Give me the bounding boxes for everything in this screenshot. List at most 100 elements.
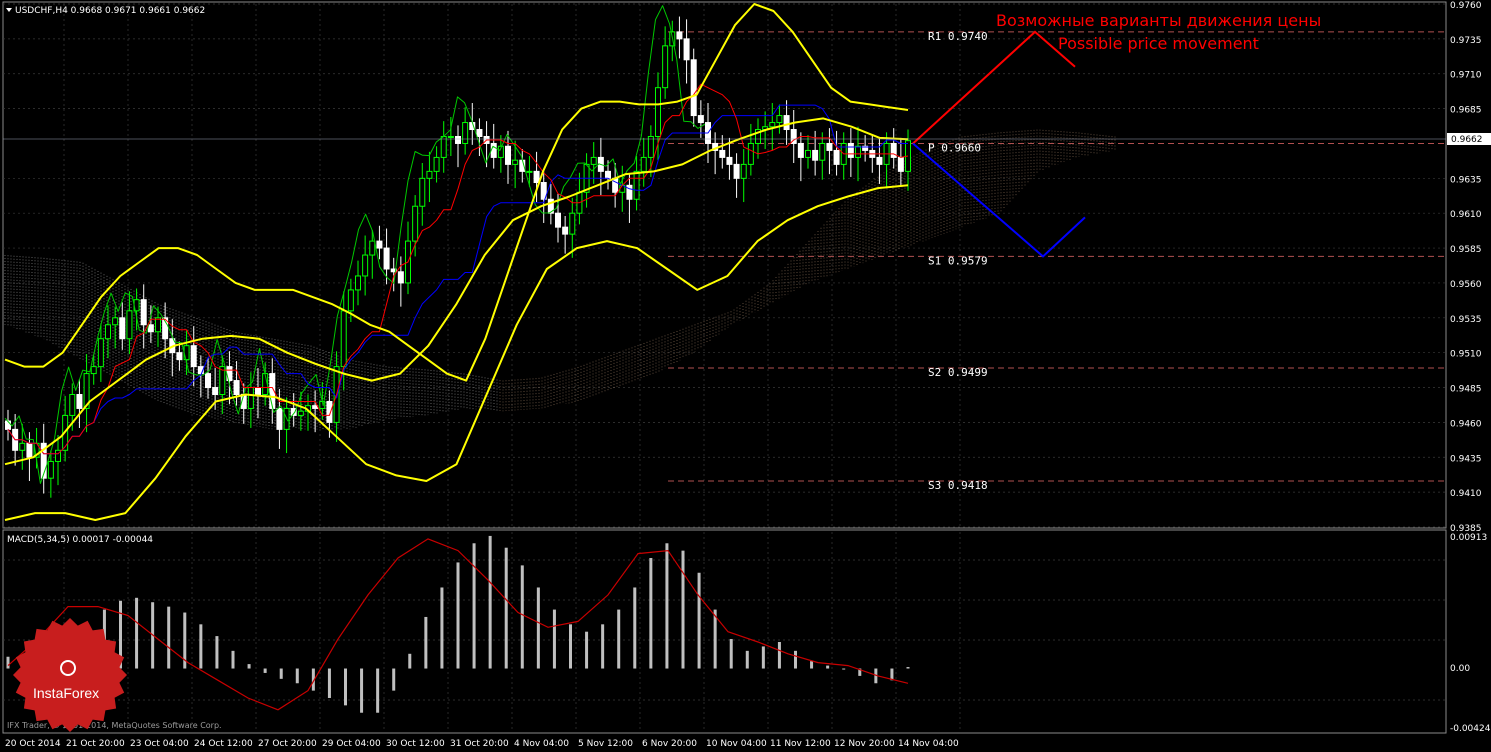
candle-body bbox=[855, 145, 861, 158]
candle-body bbox=[219, 366, 226, 396]
candle-body bbox=[326, 400, 333, 423]
candle-body bbox=[69, 394, 76, 416]
time-tick-label: 29 Oct 04:00 bbox=[322, 739, 381, 749]
candle-body bbox=[826, 142, 833, 151]
macd-bar bbox=[681, 550, 685, 669]
candle-body bbox=[112, 317, 119, 326]
candle-body bbox=[97, 338, 104, 368]
pivot-label-s2: S2 0.9499 bbox=[928, 366, 988, 379]
candle-body bbox=[512, 159, 519, 165]
time-tick-label: 11 Nov 12:00 bbox=[770, 739, 831, 749]
macd-bar bbox=[6, 656, 10, 669]
candle-body bbox=[719, 149, 726, 158]
macd-bar bbox=[745, 650, 749, 669]
macd-bar bbox=[826, 665, 830, 669]
candle-body bbox=[433, 156, 440, 172]
pivot-label-s3: S3 0.9418 bbox=[928, 479, 988, 492]
candle-body bbox=[733, 163, 740, 179]
macd-bar bbox=[279, 668, 283, 679]
candle-body bbox=[847, 142, 854, 158]
annotation-en: Possible price movement bbox=[1058, 34, 1259, 53]
macd-ylabel-zero: 0.00 bbox=[1450, 664, 1470, 674]
time-tick-label: 23 Oct 04:00 bbox=[130, 739, 189, 749]
macd-bar bbox=[552, 609, 556, 669]
macd-bar bbox=[247, 664, 251, 669]
candle-body bbox=[183, 345, 190, 361]
price-tick-label: 0.9560 bbox=[1450, 280, 1482, 290]
candle-body bbox=[126, 310, 133, 340]
candle-body bbox=[812, 149, 819, 161]
macd-bar bbox=[231, 650, 235, 669]
macd-bar bbox=[456, 562, 460, 669]
candle-body bbox=[555, 212, 561, 228]
current-price-value: 0.9662 bbox=[1451, 135, 1483, 145]
candle-body bbox=[490, 142, 497, 158]
price-tick-label: 0.9610 bbox=[1450, 210, 1482, 220]
candle-body bbox=[676, 31, 683, 40]
macd-bar bbox=[360, 668, 364, 713]
macd-bar bbox=[392, 668, 396, 691]
candle-body bbox=[683, 38, 690, 61]
candle-body bbox=[876, 156, 883, 165]
candle-body bbox=[205, 373, 211, 389]
macd-bar bbox=[536, 587, 540, 669]
price-tick-label: 0.9635 bbox=[1450, 175, 1482, 185]
chart-canvas: R1 0.9740 P 0.9660 S1 0.9579 S2 0.9499 S3 0.… bbox=[0, 0, 1491, 752]
candle-body bbox=[462, 122, 469, 144]
candle-body bbox=[90, 366, 97, 375]
macd-title: MACD(5,34,5) 0.00017 -0.00044 bbox=[7, 535, 153, 545]
candle-body bbox=[312, 405, 319, 409]
pivot-label-r1: R1 0.9740 bbox=[928, 30, 988, 43]
price-tick-label: 0.9510 bbox=[1450, 350, 1482, 360]
candle-body bbox=[455, 135, 461, 144]
candle-body bbox=[47, 460, 54, 479]
macd-bar bbox=[440, 587, 444, 669]
candle-body bbox=[783, 115, 790, 131]
macd-bar bbox=[472, 543, 476, 669]
macd-bar bbox=[167, 606, 171, 669]
candle-body bbox=[190, 345, 197, 368]
candle-body bbox=[890, 142, 897, 158]
macd-bar bbox=[617, 609, 621, 669]
macd-ylabel-top: 0.00913 bbox=[1450, 533, 1487, 543]
price-tick-label: 0.9585 bbox=[1450, 245, 1482, 255]
candle-body bbox=[440, 135, 447, 158]
candle-body bbox=[447, 135, 454, 138]
price-tick-label: 0.9760 bbox=[1450, 1, 1482, 11]
macd-bar bbox=[842, 668, 846, 670]
candle-body bbox=[297, 410, 304, 416]
candle-body bbox=[562, 226, 569, 235]
candle-body bbox=[533, 170, 540, 184]
candle-body bbox=[5, 420, 11, 430]
macd-bar bbox=[585, 631, 589, 669]
macd-bar bbox=[697, 572, 701, 669]
time-tick-label: 30 Oct 12:00 bbox=[386, 739, 445, 749]
macd-bar bbox=[199, 624, 203, 669]
price-tick-label: 0.9735 bbox=[1450, 36, 1482, 46]
time-tick-label: 4 Nov 04:00 bbox=[514, 739, 569, 749]
time-axis: 20 Oct 2014 21 Oct 20:00 23 Oct 04:00 24 Oc… bbox=[5, 739, 959, 749]
macd-bar bbox=[263, 668, 267, 673]
candle-body bbox=[26, 442, 33, 458]
macd-bar bbox=[633, 587, 637, 669]
macd-bar bbox=[777, 642, 781, 669]
candle-body bbox=[362, 254, 369, 277]
candle-body bbox=[383, 247, 390, 270]
candle-body bbox=[369, 240, 376, 256]
time-tick-label: 5 Nov 12:00 bbox=[578, 739, 633, 749]
candle-body bbox=[726, 156, 733, 165]
price-tick-label: 0.9460 bbox=[1450, 419, 1482, 429]
time-tick-label: 12 Nov 20:00 bbox=[834, 739, 895, 749]
time-tick-label: 14 Nov 04:00 bbox=[898, 739, 959, 749]
candle-body bbox=[776, 115, 783, 124]
macd-bar bbox=[649, 558, 653, 669]
macd-bar bbox=[810, 661, 814, 669]
time-tick-label: 27 Oct 20:00 bbox=[258, 739, 317, 749]
candle-body bbox=[633, 170, 640, 200]
symbol-header: USDCHF,H4 0.9668 0.9671 0.9661 0.9662 bbox=[15, 6, 205, 16]
candle-body bbox=[176, 352, 183, 361]
candle-body bbox=[805, 149, 811, 158]
candle-body bbox=[476, 129, 483, 137]
macd-ylabel-bottom: -0.00424 bbox=[1450, 724, 1491, 734]
candle-body bbox=[119, 317, 126, 340]
